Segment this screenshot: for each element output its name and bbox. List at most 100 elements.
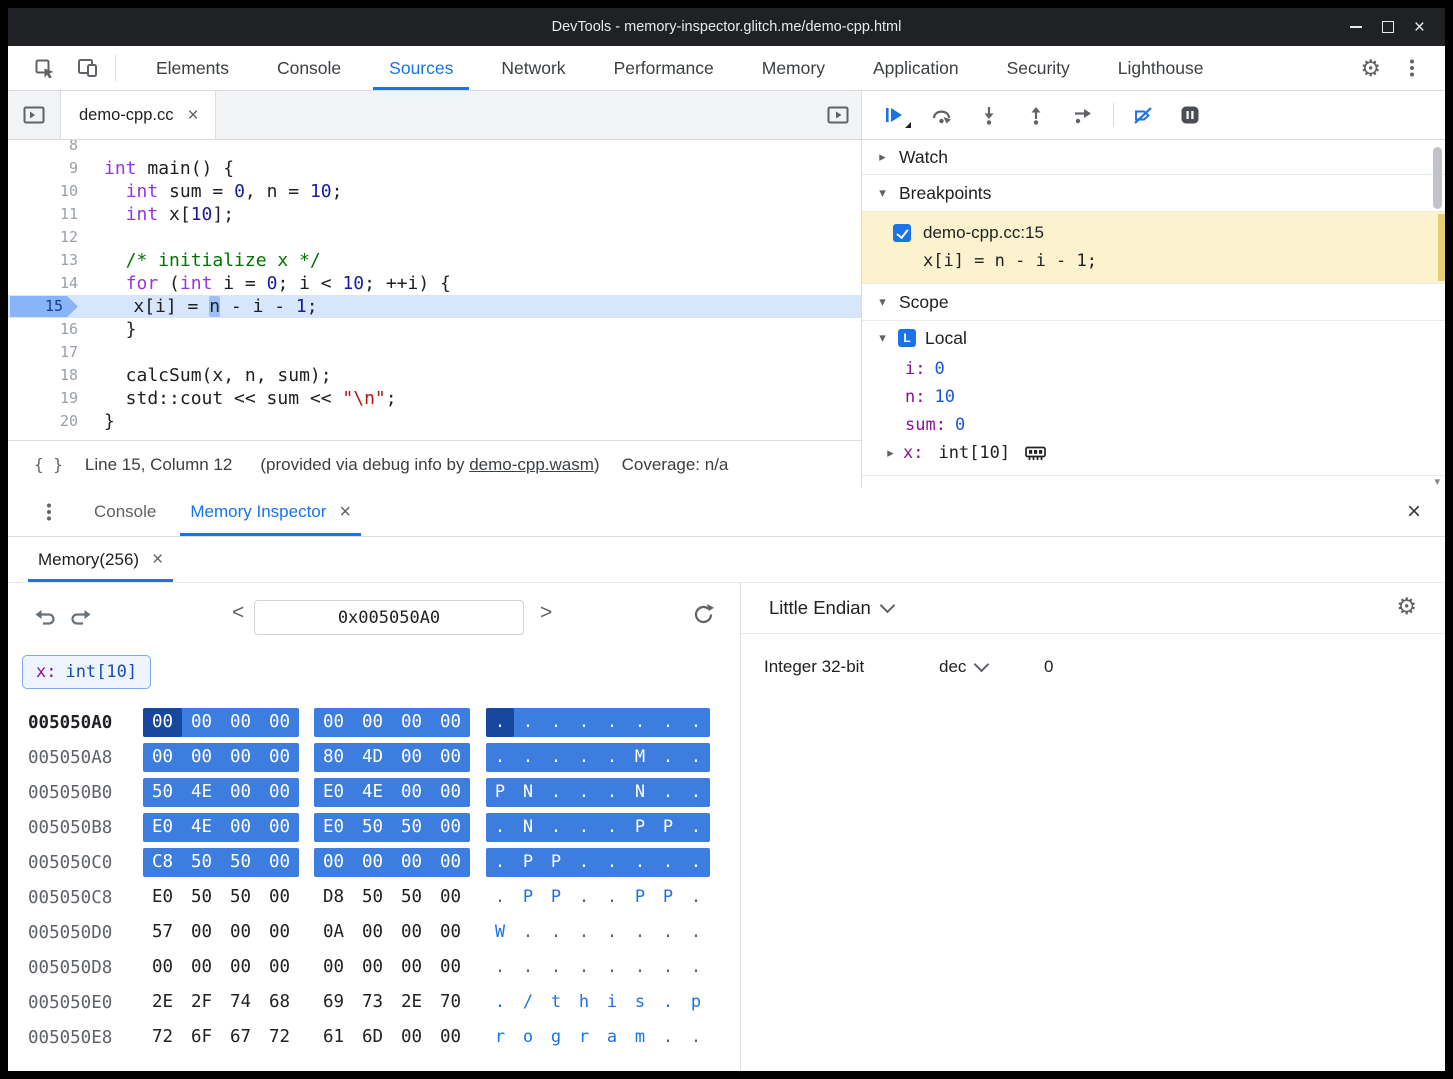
memory-byte[interactable]: 4E (182, 813, 221, 842)
more-options-icon[interactable] (1410, 66, 1414, 70)
line-number[interactable]: 18 (8, 364, 92, 387)
line-number[interactable]: 20 (8, 410, 92, 433)
memory-ascii-char[interactable]: P (626, 813, 654, 842)
history-back-icon[interactable] (34, 607, 56, 630)
tab-network[interactable]: Network (477, 46, 589, 90)
history-forward-icon[interactable] (70, 607, 92, 630)
value-format-select[interactable]: dec (939, 657, 987, 677)
close-drawer-icon[interactable]: × (1407, 488, 1421, 536)
step-over-icon[interactable] (931, 106, 952, 125)
memory-byte[interactable]: 00 (260, 743, 299, 772)
memory-byte[interactable]: C8 (143, 848, 182, 877)
memory-ascii-char[interactable]: P (542, 848, 570, 877)
memory-byte[interactable]: E0 (314, 813, 353, 842)
memory-ascii-char[interactable]: . (626, 848, 654, 877)
memory-ascii-char[interactable]: p (682, 988, 710, 1017)
pause-on-exceptions-icon[interactable] (1180, 105, 1200, 125)
step-into-icon[interactable] (979, 106, 999, 125)
memory-ascii-char[interactable]: . (626, 708, 654, 737)
memory-byte[interactable]: 00 (431, 813, 470, 842)
memory-byte[interactable]: 50 (353, 883, 392, 912)
memory-ascii-char[interactable]: a (598, 1023, 626, 1052)
breakpoint-entry[interactable]: demo-cpp.cc:15 x[i] = n - i - 1; (862, 212, 1445, 284)
step-icon[interactable] (1073, 106, 1094, 125)
scope-section-header[interactable]: ▾ Scope (862, 284, 1445, 321)
memory-ascii-char[interactable]: . (654, 778, 682, 807)
memory-ascii-char[interactable]: g (542, 1023, 570, 1052)
memory-ascii-char[interactable]: . (682, 743, 710, 772)
line-number[interactable]: 9 (8, 157, 92, 180)
memory-byte[interactable]: 69 (314, 988, 353, 1017)
memory-ascii-char[interactable]: N (626, 778, 654, 807)
memory-ascii-char[interactable]: . (514, 953, 542, 982)
memory-byte[interactable]: 00 (260, 953, 299, 982)
memory-ascii-char[interactable]: . (598, 708, 626, 737)
memory-byte[interactable]: 00 (260, 778, 299, 807)
memory-ascii-char[interactable]: . (598, 848, 626, 877)
memory-byte[interactable]: 4D (353, 743, 392, 772)
memory-byte[interactable]: 00 (314, 953, 353, 982)
memory-byte[interactable]: 74 (221, 988, 260, 1017)
memory-ascii-char[interactable]: . (486, 848, 514, 877)
memory-byte[interactable]: 50 (182, 883, 221, 912)
memory-byte[interactable]: 00 (143, 953, 182, 982)
memory-ascii-char[interactable]: P (514, 883, 542, 912)
memory-ascii-char[interactable]: . (682, 918, 710, 947)
memory-byte[interactable]: 61 (314, 1023, 353, 1052)
memory-byte[interactable]: 4E (353, 778, 392, 807)
memory-byte[interactable]: 00 (260, 918, 299, 947)
memory-ascii-char[interactable]: . (682, 813, 710, 842)
memory-byte[interactable]: 00 (431, 778, 470, 807)
memory-byte[interactable]: 00 (221, 953, 260, 982)
deactivate-breakpoints-icon[interactable] (1133, 106, 1153, 125)
memory-ascii-char[interactable]: o (514, 1023, 542, 1052)
memory-ascii-char[interactable]: . (542, 778, 570, 807)
line-number[interactable]: 14 (8, 272, 92, 295)
memory-byte[interactable]: 72 (260, 1023, 299, 1052)
memory-byte[interactable]: 70 (431, 988, 470, 1017)
memory-ascii-char[interactable]: s (626, 988, 654, 1017)
line-number[interactable]: 11 (8, 203, 92, 226)
tab-elements[interactable]: Elements (132, 46, 253, 90)
memory-byte[interactable]: 50 (221, 883, 260, 912)
memory-ascii-char[interactable]: . (682, 708, 710, 737)
address-input[interactable] (254, 600, 524, 635)
memory-byte[interactable]: 00 (353, 918, 392, 947)
memory-ascii-char[interactable]: P (654, 813, 682, 842)
breakpoint-checkbox[interactable] (893, 224, 911, 242)
memory-ascii-char[interactable]: . (570, 918, 598, 947)
memory-ascii-char[interactable]: . (626, 918, 654, 947)
memory-ascii-char[interactable]: . (486, 883, 514, 912)
memory-byte[interactable]: E0 (143, 883, 182, 912)
memory-ascii-char[interactable]: . (570, 883, 598, 912)
memory-byte[interactable]: 4E (182, 778, 221, 807)
line-number[interactable]: 10 (8, 180, 92, 203)
close-memory-tab-icon[interactable]: × (152, 550, 163, 569)
memory-ascii-char[interactable]: . (682, 778, 710, 807)
memory-byte[interactable]: 00 (182, 953, 221, 982)
tab-lighthouse[interactable]: Lighthouse (1094, 46, 1228, 90)
memory-byte[interactable]: 50 (182, 848, 221, 877)
memory-ascii-char[interactable]: P (654, 883, 682, 912)
memory-ascii-char[interactable]: . (682, 848, 710, 877)
memory-ascii-char[interactable]: . (570, 743, 598, 772)
memory-ascii-char[interactable]: . (542, 813, 570, 842)
memory-byte[interactable]: 00 (314, 708, 353, 737)
memory-ascii-char[interactable]: r (570, 1023, 598, 1052)
device-toolbar-icon[interactable] (77, 58, 99, 78)
memory-ascii-char[interactable]: . (654, 988, 682, 1017)
scope-var-x[interactable]: ▸x:int[10] (862, 439, 1445, 467)
memory-byte[interactable]: 00 (392, 778, 431, 807)
wasm-file-link[interactable]: demo-cpp.wasm (469, 455, 594, 474)
memory-ascii-char[interactable]: P (514, 848, 542, 877)
memory-byte[interactable]: 00 (392, 953, 431, 982)
memory-ascii-char[interactable]: . (654, 708, 682, 737)
memory-ascii-char[interactable]: h (570, 988, 598, 1017)
toggle-debugger-sidebar-icon[interactable] (827, 91, 849, 139)
line-number[interactable]: 13 (8, 249, 92, 272)
endianness-select[interactable]: Little Endian (769, 597, 893, 619)
memory-ascii-char[interactable]: . (598, 743, 626, 772)
memory-ascii-char[interactable]: . (598, 918, 626, 947)
memory-byte[interactable]: 2E (392, 988, 431, 1017)
memory-byte[interactable]: 00 (182, 918, 221, 947)
